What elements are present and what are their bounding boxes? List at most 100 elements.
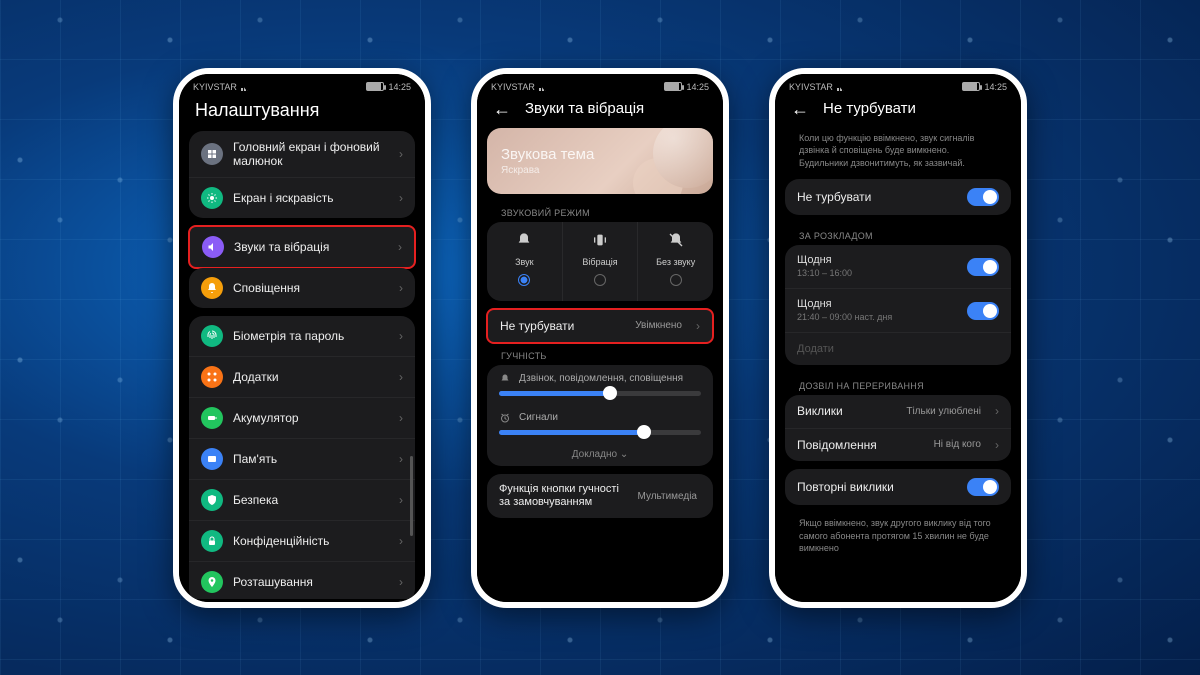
mode-label: Вібрація (567, 257, 634, 267)
mode-label: Без звуку (642, 257, 709, 267)
expand-button[interactable]: Докладно ⌄ (487, 443, 713, 466)
schedule-row[interactable]: Щодня 13:10 – 16:00 (785, 245, 1011, 289)
volume-slider[interactable] (499, 430, 701, 435)
settings-row-notifications[interactable]: Сповіщення › (189, 268, 415, 308)
apps-icon (201, 366, 223, 388)
mode-silent[interactable]: Без звуку (638, 222, 713, 301)
settings-row-display[interactable]: Екран і яскравість › (189, 178, 415, 218)
home-icon (201, 143, 223, 165)
chevron-down-icon: ⌄ (620, 449, 628, 460)
settings-row-storage[interactable]: Пам'ять › (189, 439, 415, 480)
volume-slider[interactable] (499, 391, 701, 396)
repeat-description: Якщо ввімкнено, звук другого виклику від… (785, 513, 1011, 565)
chevron-right-icon: › (399, 191, 403, 205)
back-button[interactable]: ← (791, 100, 809, 118)
notch (242, 74, 362, 94)
row-value: Ні від кого (934, 439, 981, 450)
toggle-on[interactable] (967, 188, 999, 206)
schedule-time: 21:40 – 09:00 наст. дня (797, 312, 957, 323)
volume-alarm: Сигнали (487, 404, 713, 443)
interrupt-messages-row[interactable]: Повідомлення Ні від кого › (785, 429, 1011, 461)
chevron-right-icon: › (399, 147, 403, 161)
fingerprint-icon (201, 325, 223, 347)
bell-small-icon (499, 373, 511, 385)
settings-row-battery[interactable]: Акумулятор › (189, 398, 415, 439)
bell-icon (201, 277, 223, 299)
header: Налаштування (179, 96, 425, 131)
row-value: Тільки улюблені (906, 406, 981, 417)
settings-row-home[interactable]: Головний екран і фоновий малюнок › (189, 131, 415, 179)
page-title: Не турбувати (823, 100, 916, 117)
vibrate-icon (592, 232, 608, 248)
notch (838, 74, 958, 94)
volume-button-fn-row[interactable]: Функція кнопки гучності за замовчуванням… (487, 474, 713, 518)
battery-icon (962, 82, 980, 91)
settings-row-biometry[interactable]: Біометрія та пароль › (189, 316, 415, 357)
sound-theme-card[interactable]: Звукова тема Яскрава (487, 128, 713, 194)
phone-sounds: KYIVSTAR 14:25 ← Звуки та вібрація Звуко… (471, 68, 729, 608)
slider-label: Сигнали (519, 412, 558, 423)
clock-label: 14:25 (388, 82, 411, 92)
back-button[interactable]: ← (493, 100, 511, 118)
schedule-time: 13:10 – 16:00 (797, 268, 957, 279)
settings-row-privacy[interactable]: Конфіденційність › (189, 521, 415, 562)
row-label: Безпека (233, 493, 389, 507)
row-label: Сповіщення (233, 281, 389, 295)
bell-off-icon (668, 232, 684, 248)
radio-unselected[interactable] (594, 274, 606, 286)
phone-dnd: KYIVSTAR 14:25 ← Не турбувати Коли цю фу… (769, 68, 1027, 608)
chevron-right-icon: › (399, 534, 403, 548)
row-label: Повторні виклики (797, 480, 957, 494)
slider-thumb[interactable] (603, 386, 617, 400)
chevron-right-icon: › (399, 575, 403, 589)
interrupt-calls-row[interactable]: Виклики Тільки улюблені › (785, 395, 1011, 428)
row-label: Функція кнопки гучності за замовчуванням (499, 483, 628, 509)
row-value: Мультимедіа (638, 491, 698, 502)
bell-icon (516, 232, 532, 248)
add-schedule-button[interactable]: Додати (785, 333, 1011, 365)
mode-vibrate[interactable]: Вібрація (563, 222, 639, 301)
dnd-row[interactable]: Не турбувати Увімкнено › (488, 310, 712, 342)
chevron-right-icon: › (399, 493, 403, 507)
toggle-on[interactable] (967, 478, 999, 496)
row-label: Конфіденційність (233, 534, 389, 548)
theme-title: Звукова тема (501, 146, 699, 163)
radio-unselected[interactable] (670, 274, 682, 286)
page-title: Звуки та вібрація (525, 100, 644, 117)
page-title: Налаштування (195, 100, 319, 121)
slider-thumb[interactable] (637, 425, 651, 439)
volume-ringtone: Дзвінок, повідомлення, сповіщення (487, 365, 713, 404)
row-label: Акумулятор (233, 411, 389, 425)
mode-sound[interactable]: Звук (487, 222, 563, 301)
settings-row-sound-highlighted: Звуки та вібрація › (188, 225, 416, 269)
chevron-right-icon: › (399, 370, 403, 384)
toggle-on[interactable] (967, 258, 999, 276)
chevron-right-icon: › (399, 411, 403, 425)
dnd-main-toggle-row[interactable]: Не турбувати (785, 179, 1011, 215)
lock-icon (201, 530, 223, 552)
settings-row-apps[interactable]: Додатки › (189, 357, 415, 398)
scrollbar[interactable] (410, 456, 413, 536)
radio-selected[interactable] (518, 274, 530, 286)
row-label: Розташування (233, 575, 389, 589)
row-label: Повідомлення (797, 438, 924, 452)
section-header: ЗА РОЗКЛАДОМ (785, 223, 1011, 245)
battery-icon (366, 82, 384, 91)
battery-icon (664, 82, 682, 91)
settings-row-sound[interactable]: Звуки та вібрація › (190, 227, 414, 267)
chevron-right-icon: › (398, 240, 402, 254)
schedule-title: Щодня (797, 254, 957, 267)
row-label: Екран і яскравість (233, 191, 389, 205)
schedule-title: Щодня (797, 298, 957, 311)
settings-row-location[interactable]: Розташування › (189, 562, 415, 598)
toggle-on[interactable] (967, 302, 999, 320)
row-label: Не турбувати (500, 319, 625, 333)
carrier-label: KYIVSTAR (789, 82, 833, 92)
schedule-row[interactable]: Щодня 21:40 – 09:00 наст. дня (785, 289, 1011, 333)
chevron-right-icon: › (399, 281, 403, 295)
settings-row-security[interactable]: Безпека › (189, 480, 415, 521)
row-label: Пам'ять (233, 452, 389, 466)
location-icon (201, 571, 223, 593)
repeat-calls-row[interactable]: Повторні виклики (785, 469, 1011, 505)
section-header: ДОЗВІЛ НА ПЕРЕРИВАННЯ (785, 373, 1011, 395)
